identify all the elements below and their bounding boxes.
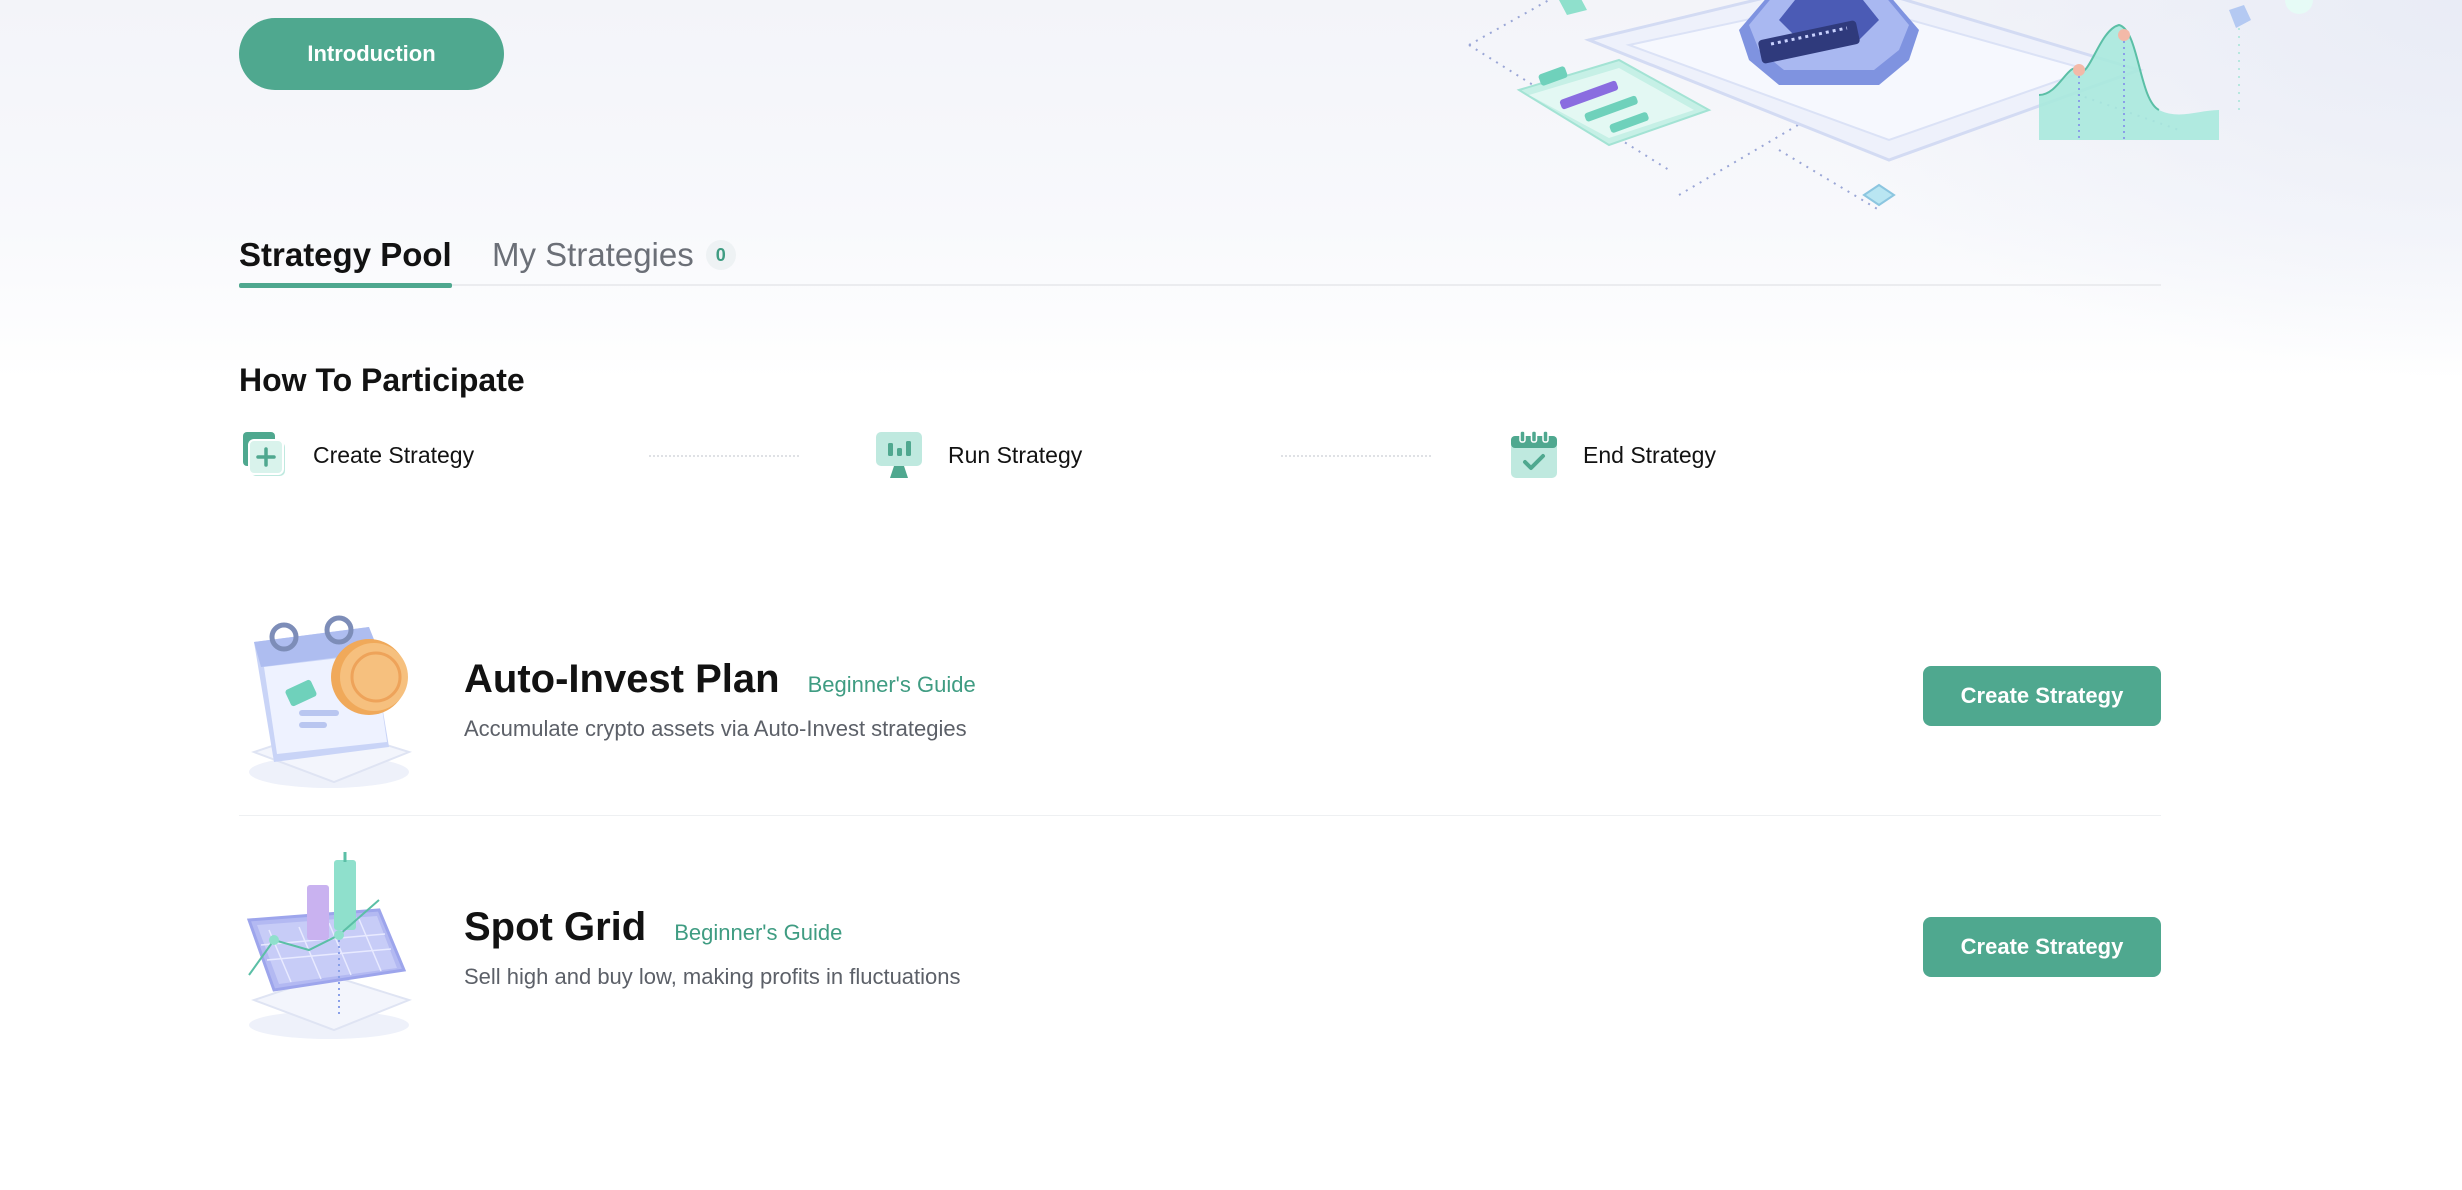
step-end-strategy: End Strategy [1509, 430, 1716, 480]
calendar-coin-illustration [249, 615, 412, 788]
spot-grid-beginners-guide-link[interactable]: Beginner's Guide [674, 920, 842, 946]
spot-grid-create-strategy-button[interactable]: Create Strategy [1923, 917, 2161, 977]
auto-invest-title-line: Auto-Invest Plan Beginner's Guide [464, 657, 976, 702]
create-strategy-icon [243, 432, 285, 476]
tab-my-strategies[interactable]: My Strategies 0 [492, 231, 736, 279]
page-container: Introduction Strategy Pool My Strategies… [239, 0, 2313, 1190]
auto-invest-text-block: Auto-Invest Plan Beginner's Guide Accumu… [464, 657, 976, 742]
strategy-row-auto-invest: Auto-Invest Plan Beginner's Guide Accumu… [239, 602, 2161, 816]
introduction-button[interactable]: Introduction [239, 18, 504, 90]
spot-grid-title-line: Spot Grid Beginner's Guide [464, 905, 961, 950]
tab-my-strategies-label: My Strategies [492, 236, 694, 273]
step-run-strategy-label: Run Strategy [948, 441, 1083, 468]
tab-strategy-pool[interactable]: Strategy Pool [239, 231, 452, 288]
step-connector-2 [1281, 455, 1431, 457]
strategy-tabs: Strategy Pool My Strategies 0 [239, 225, 2161, 288]
how-to-participate-title: How To Participate [239, 362, 525, 398]
spot-grid-description: Sell high and buy low, making profits in… [464, 964, 961, 989]
auto-invest-name: Auto-Invest Plan [464, 657, 780, 701]
step-connector-1 [649, 455, 799, 457]
step-create-strategy: Create Strategy [239, 430, 474, 480]
participation-steps: Create Strategy Run Strategy End Strateg… [239, 430, 2161, 480]
hero-isometric-illustration [1468, 0, 2313, 211]
tab-strategy-pool-label: Strategy Pool [239, 236, 452, 273]
step-end-strategy-label: End Strategy [1583, 441, 1716, 468]
strategy-row-spot-grid: Spot Grid Beginner's Guide Sell high and… [239, 850, 2161, 1050]
auto-invest-description: Accumulate crypto assets via Auto-Invest… [464, 716, 967, 741]
run-strategy-icon [876, 432, 922, 478]
spot-grid-name: Spot Grid [464, 905, 647, 949]
step-create-strategy-label: Create Strategy [313, 441, 475, 468]
my-strategies-count-badge: 0 [705, 240, 736, 270]
step-run-strategy: Run Strategy [874, 430, 1082, 480]
end-strategy-icon [1511, 430, 1557, 478]
grid-chart-illustration [246, 852, 412, 1039]
auto-invest-create-strategy-button[interactable]: Create Strategy [1923, 666, 2161, 726]
spot-grid-text-block: Spot Grid Beginner's Guide Sell high and… [464, 905, 961, 990]
auto-invest-beginners-guide-link[interactable]: Beginner's Guide [808, 672, 976, 698]
